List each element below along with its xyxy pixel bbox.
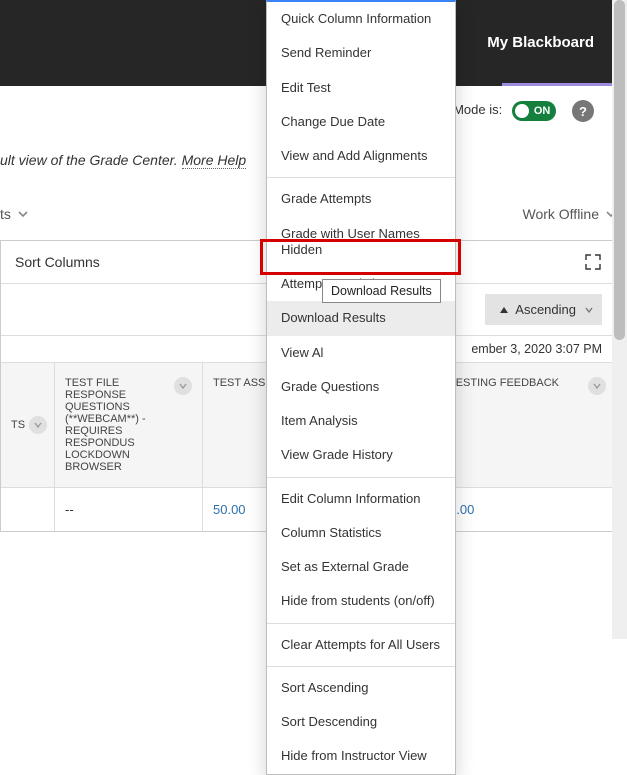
menu-item[interactable]: Set as External Grade [267,550,455,584]
menu-item[interactable]: Grade Questions [267,370,455,404]
menu-item[interactable]: Download Results [267,301,455,335]
expand-icon[interactable] [584,253,602,271]
scrollbar-vertical[interactable] [612,0,627,639]
column-header-label: TESTING FEEDBACK [449,377,559,389]
menu-item[interactable]: Item Analysis [267,404,455,438]
ascending-label: Ascending [515,302,576,317]
menu-item[interactable]: Hide from students (on/off) [267,584,455,618]
column-header[interactable]: TEST FILE RESPONSE QUESTIONS (**WEBCAM**… [55,363,203,487]
toggle-on-label: ON [534,105,551,117]
column-menu-icon[interactable] [174,377,192,395]
menu-item[interactable]: Hide from Instructor View [267,739,455,773]
column-context-menu: Quick Column InformationSend ReminderEdi… [266,0,456,775]
menu-item[interactable]: View and Add Alignments [267,139,455,173]
help-icon[interactable]: ? [572,100,594,122]
scrollbar-thumb[interactable] [614,0,625,340]
blurb-text: ult view of the Grade Center. [0,152,182,168]
sort-columns-label[interactable]: Sort Columns [15,254,100,270]
grade-cell[interactable]: -- [55,488,203,531]
menu-item[interactable]: Edit Column Information [267,482,455,516]
grade-cell[interactable]: 9.00 [439,488,616,531]
work-offline-dropdown[interactable]: Work Offline [522,206,617,222]
column-menu-icon[interactable] [29,416,47,434]
menu-item[interactable]: Sort Descending [267,705,455,739]
grade-cell[interactable] [1,488,55,531]
menu-divider [267,666,455,667]
column-header-label: TEST FILE RESPONSE QUESTIONS (**WEBCAM**… [65,377,170,473]
more-help-link[interactable]: More Help [182,152,247,169]
chevron-down-icon [584,305,594,315]
menu-item[interactable]: Change Due Date [267,105,455,139]
timestamp: ember 3, 2020 3:07 PM [471,342,602,356]
chevron-down-icon [17,208,29,220]
menu-item[interactable]: Clear Attempts for All Users [267,628,455,662]
menu-item[interactable]: Grade Attempts [267,182,455,216]
menu-item[interactable]: Sort Ascending [267,671,455,705]
column-header-label: TS [11,419,25,431]
sort-ascending-button[interactable]: Ascending [485,294,602,325]
edit-mode-toggle[interactable]: ON [512,101,557,121]
left-dropdown-label: ts [0,206,11,222]
left-dropdown[interactable]: ts [0,206,29,222]
column-header[interactable]: TESTING FEEDBACK [439,363,616,487]
menu-item[interactable]: Edit Test [267,71,455,105]
menu-item[interactable]: View Grade History [267,438,455,472]
column-header[interactable]: TS [1,363,55,487]
menu-divider [267,177,455,178]
menu-item[interactable]: View Al [267,336,455,370]
work-offline-label: Work Offline [522,206,599,222]
column-menu-icon[interactable] [588,377,606,395]
menu-item[interactable]: Column Statistics [267,516,455,550]
menu-item[interactable]: Quick Column Information [267,2,455,36]
menu-divider [267,477,455,478]
tooltip: Download Results [322,279,441,303]
menu-item[interactable]: Send Reminder [267,36,455,70]
menu-divider [267,623,455,624]
triangle-up-icon [499,305,509,315]
menu-item[interactable]: Grade with User Names Hidden [267,217,455,268]
brand-label[interactable]: My Blackboard [487,34,594,51]
